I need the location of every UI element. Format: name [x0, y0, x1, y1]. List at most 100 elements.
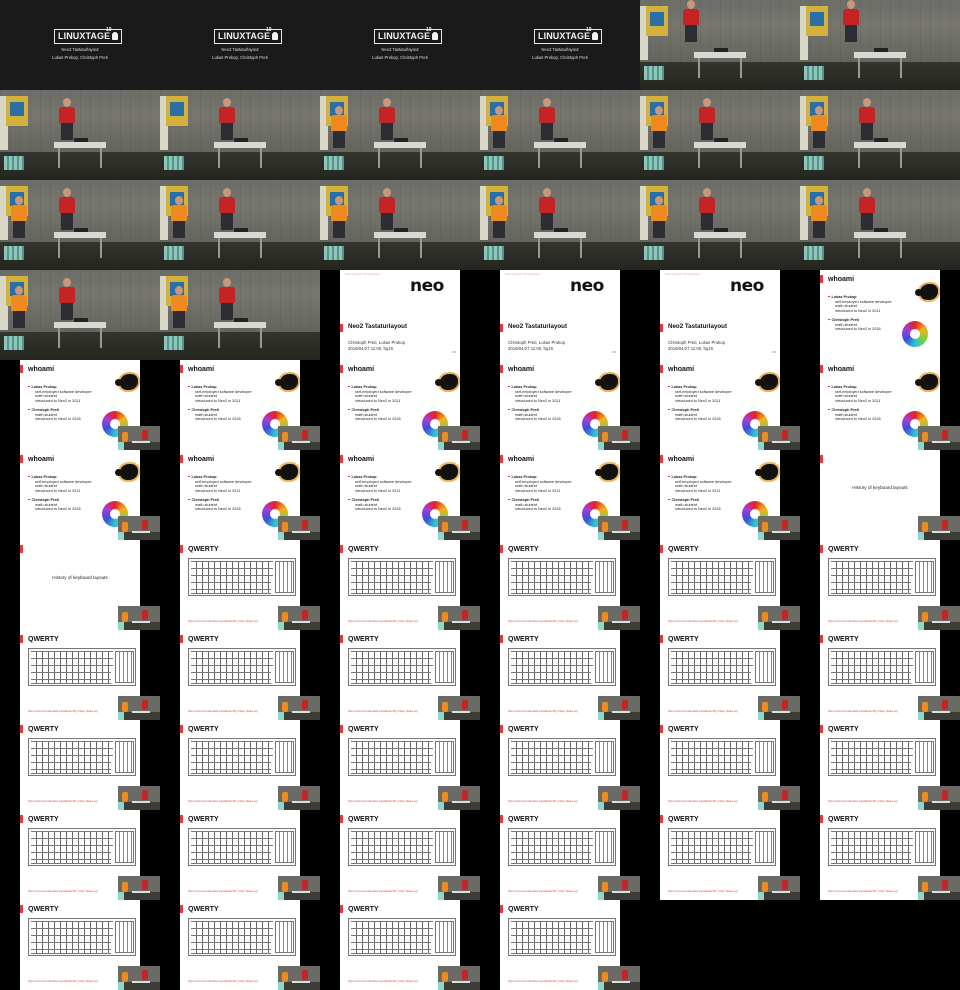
speaker-table — [214, 232, 266, 238]
accent-bar — [660, 635, 663, 643]
source-url: https://commons.wikimedia.org/wiki/File:… — [668, 620, 738, 623]
table-leg — [58, 148, 60, 168]
tux-icon — [112, 32, 119, 40]
speaker-video-inset — [758, 786, 800, 810]
contact-sheet: LINUXTAGE 19 Neo2 Tastaturlayout Lukas P… — [0, 0, 960, 990]
speaker-table — [214, 322, 266, 328]
keyboard-diagram — [668, 828, 776, 866]
laptop — [874, 48, 888, 52]
audience-seats — [800, 62, 960, 90]
bullet-icon — [348, 408, 350, 410]
slide-heading: whoami — [348, 456, 375, 463]
keyboard-diagram — [188, 918, 296, 956]
speaker-orange-shirt — [170, 196, 188, 238]
audience-seats — [160, 332, 320, 360]
bio-lukas: Lukas Prokop self-employed software deve… — [28, 475, 92, 493]
laptop — [554, 228, 568, 232]
table-leg — [580, 148, 582, 168]
slide-whoami-frame: whoami Lukas Prokop self-employed softwa… — [480, 360, 640, 450]
slide-date: 2019/04/27 11:00, ltg19 — [348, 346, 393, 351]
mandelbrot-image — [275, 374, 298, 390]
bio-christoph: Christoph Preti math student introduced … — [28, 498, 81, 512]
bullet-icon — [188, 498, 190, 500]
audience-seats — [800, 242, 960, 270]
logo-year: 19 — [586, 27, 592, 33]
bio-lukas: Lukas Prokop self-employed software deve… — [508, 385, 572, 403]
laptop — [394, 228, 408, 232]
bio-christoph: Christoph Preti math student introduced … — [508, 498, 561, 512]
source-url: https://commons.wikimedia.org/wiki/File:… — [508, 800, 578, 803]
audience-seats — [0, 242, 160, 270]
speaker-table — [54, 232, 106, 238]
accent-bar — [20, 455, 23, 463]
speaker-video-inset — [278, 516, 320, 540]
talk-title: Neo2 Tastaturlayout — [381, 47, 419, 52]
bullet-icon — [828, 385, 830, 387]
speaker-orange-shirt — [490, 106, 508, 148]
table-leg — [698, 58, 700, 78]
water-bottles — [644, 246, 664, 260]
speaker-table — [854, 232, 906, 238]
speaker-red-shirt — [698, 188, 716, 230]
slide-qwerty-frame: QWERTY https://commons.wikimedia.org/wik… — [160, 900, 320, 990]
speaker-video-inset — [918, 606, 960, 630]
audience-seats — [640, 62, 800, 90]
table-leg — [858, 148, 860, 168]
slide-heading: QWERTY — [348, 546, 379, 553]
stage-photo-frame — [160, 270, 320, 360]
speaker-video-inset — [278, 696, 320, 720]
speaker-video-inset — [118, 426, 160, 450]
speaker-orange-shirt — [10, 196, 28, 238]
bullet-icon — [828, 408, 830, 410]
bio-christoph: Christoph Preti math student introduced … — [828, 318, 881, 332]
slide-heading: whoami — [668, 456, 695, 463]
audience-seats — [480, 152, 640, 180]
laptop — [74, 138, 88, 142]
neo-logo: neo — [730, 276, 764, 296]
source-url: https://commons.wikimedia.org/wiki/File:… — [508, 620, 578, 623]
speaker-table — [694, 142, 746, 148]
accent-bar — [340, 635, 343, 643]
slide-qwerty-frame: QWERTY https://commons.wikimedia.org/wik… — [640, 630, 800, 720]
speaker-video-inset — [438, 426, 480, 450]
talk-speakers: Lukas Prokop, Christoph Preti — [212, 55, 268, 60]
speaker-video-inset — [438, 966, 480, 990]
slide-heading: QWERTY — [188, 546, 219, 553]
slide-whoami-frame: whoami Lukas Prokop self-employed softwa… — [160, 360, 320, 450]
accent-bar — [660, 545, 663, 553]
bullet-icon — [508, 385, 510, 387]
bio-lukas: Lukas Prokop self-employed software deve… — [28, 385, 92, 403]
bio-lukas: Lukas Prokop self-employed software deve… — [828, 295, 892, 313]
page-number: 1/89 — [611, 351, 616, 354]
source-url: https://commons.wikimedia.org/wiki/File:… — [28, 710, 98, 713]
accent-bar — [820, 455, 823, 463]
slide-qwerty-frame: QWERTY https://commons.wikimedia.org/wik… — [0, 630, 160, 720]
bullet-icon — [668, 385, 670, 387]
speaker-video-inset — [598, 516, 640, 540]
slide-heading: whoami — [668, 366, 695, 373]
bullet-icon — [348, 498, 350, 500]
keyboard-diagram — [348, 738, 456, 776]
accent-bar — [180, 725, 183, 733]
speaker-orange-shirt — [170, 286, 188, 328]
speaker-video-inset — [278, 786, 320, 810]
slide-qwerty-frame: QWERTY https://commons.wikimedia.org/wik… — [320, 900, 480, 990]
speaker-orange-shirt — [810, 196, 828, 238]
speaker-video-inset — [118, 516, 160, 540]
slide-heading: QWERTY — [508, 546, 539, 553]
speaker-table — [534, 142, 586, 148]
slide-authors: Christoph Preti, Lukas Prokop — [508, 340, 566, 345]
talk-speakers: Lukas Prokop, Christoph Preti — [52, 55, 108, 60]
mandelbrot-image — [115, 374, 138, 390]
slide-heading: QWERTY — [348, 906, 379, 913]
keyboard-diagram — [668, 648, 776, 686]
bio-christoph: Christoph Preti math student introduced … — [668, 498, 721, 512]
logo-year: 19 — [266, 27, 272, 33]
speaker-video-inset — [918, 876, 960, 900]
tux-icon — [272, 32, 279, 40]
water-bottles — [164, 156, 184, 170]
audience-seats — [640, 152, 800, 180]
table-leg — [420, 238, 422, 258]
slide-heading: whoami — [508, 366, 535, 373]
source-url: https://commons.wikimedia.org/wiki/File:… — [668, 800, 738, 803]
